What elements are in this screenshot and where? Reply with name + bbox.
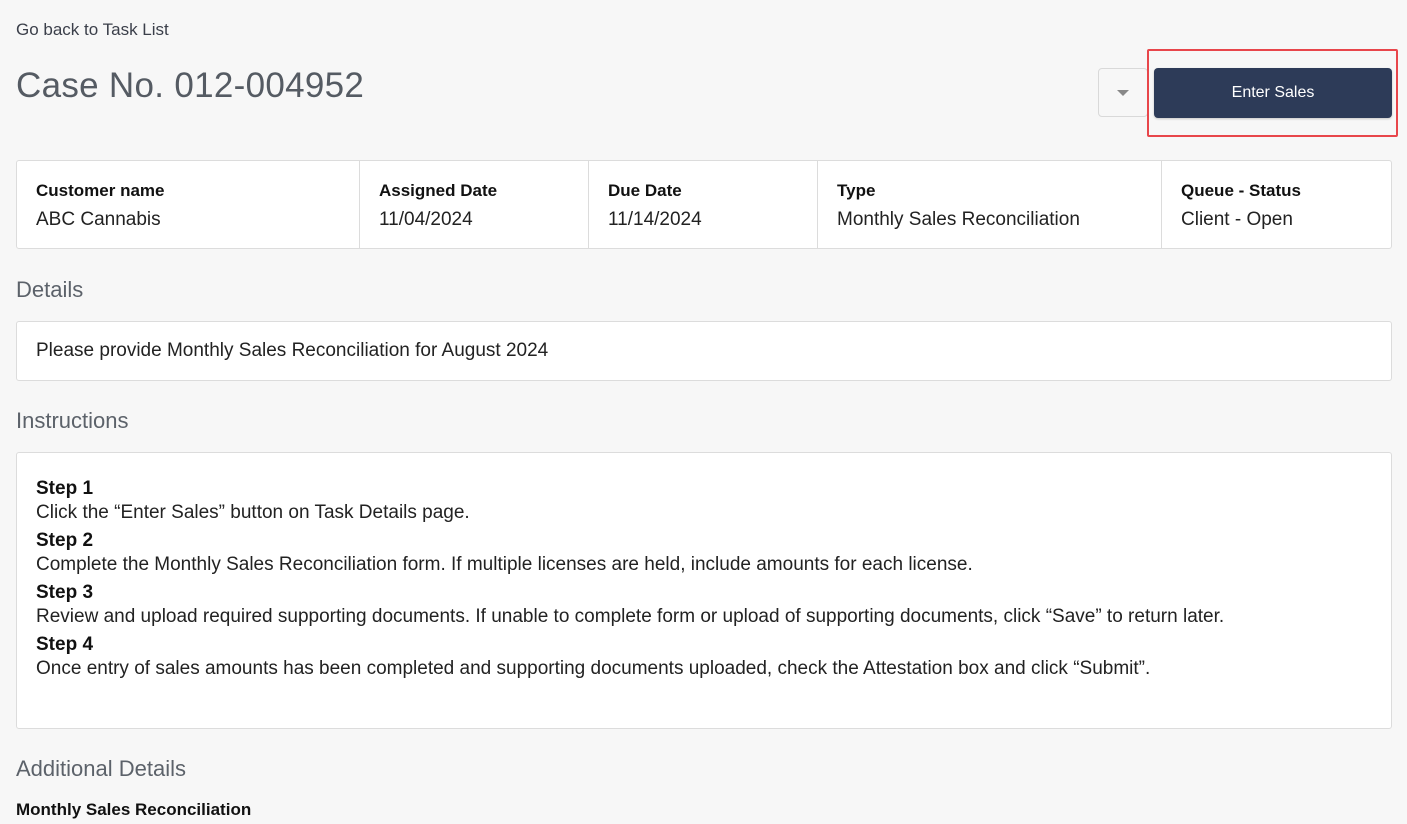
step-text: Once entry of sales amounts has been com… (36, 658, 1151, 679)
task-details-page: Go back to Task List Case No. 012-004952… (0, 0, 1407, 824)
step-text: Review and upload required supporting do… (36, 606, 1225, 627)
details-heading: Details (16, 277, 84, 302)
summary-customer-name: Customer name ABC Cannabis (17, 161, 360, 248)
summary-assigned-date: Assigned Date 11/04/2024 (360, 161, 589, 248)
step-title: Step 2 (36, 530, 94, 551)
details-card: Please provide Monthly Sales Reconciliat… (16, 321, 1392, 381)
summary-label: Due Date (608, 181, 682, 200)
summary-type: Type Monthly Sales Reconciliation (818, 161, 1162, 248)
summary-value: 11/04/2024 (379, 209, 473, 230)
step-text: Complete the Monthly Sales Reconciliatio… (36, 554, 973, 575)
chevron-down-icon (1117, 89, 1129, 96)
summary-label: Assigned Date (379, 181, 498, 200)
summary-label: Queue - Status (1181, 181, 1301, 200)
additional-details-heading: Additional Details (16, 756, 186, 781)
details-text: Please provide Monthly Sales Reconciliat… (36, 340, 549, 361)
step-title: Step 1 (36, 478, 94, 499)
summary-value: Client - Open (1181, 209, 1293, 230)
page-title: Case No. 012-004952 (16, 66, 365, 105)
summary-queue-status: Queue - Status Client - Open (1162, 161, 1391, 248)
step-title: Step 3 (36, 582, 94, 603)
summary-label: Customer name (36, 181, 165, 200)
instructions-heading: Instructions (16, 408, 129, 433)
back-to-task-list-link[interactable]: Go back to Task List (16, 20, 169, 40)
task-summary-card: Customer name ABC Cannabis Assigned Date… (16, 160, 1392, 249)
summary-due-date: Due Date 11/14/2024 (589, 161, 818, 248)
summary-value: Monthly Sales Reconciliation (837, 209, 1080, 230)
step-title: Step 4 (36, 634, 94, 655)
instructions-card: Step 1 Click the “Enter Sales” button on… (16, 452, 1392, 729)
step-text: Click the “Enter Sales” button on Task D… (36, 502, 470, 523)
summary-label: Type (837, 181, 876, 200)
enter-sales-button[interactable]: Enter Sales (1154, 68, 1392, 118)
summary-value: ABC Cannabis (36, 209, 161, 230)
monthly-sales-reconciliation-heading: Monthly Sales Reconciliation (16, 800, 252, 819)
summary-value: 11/14/2024 (608, 209, 702, 230)
actions-dropdown-button[interactable] (1098, 68, 1148, 117)
